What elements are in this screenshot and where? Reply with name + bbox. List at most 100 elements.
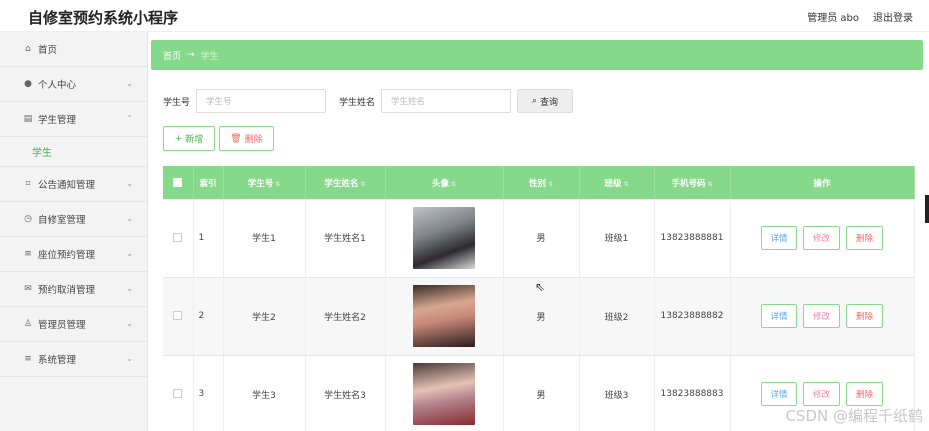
cell-gender: 男 (503, 199, 580, 277)
scrollbar-thumb[interactable] (925, 195, 929, 223)
chevron-down-icon: ⌄ (126, 319, 133, 328)
sort-icon: ⇅ (450, 180, 457, 188)
top-bar: 自修室预约系统小程序 管理员 abo 退出登录 (0, 0, 929, 32)
cell-student-no: 学生2 (223, 277, 306, 355)
sort-icon: ⇅ (360, 180, 366, 188)
delete-button-label: 删除 (244, 135, 263, 145)
sidebar-item-notices[interactable]: ⌗ 公告通知管理 ⌄ (0, 167, 147, 202)
cell-student-name: 学生姓名3 (305, 355, 386, 431)
sort-icon: ⇅ (275, 180, 281, 188)
avatar[interactable] (413, 363, 475, 425)
app-title: 自修室预约系统小程序 (28, 9, 179, 27)
header-class[interactable]: 班级 ⇅ (579, 166, 655, 199)
edit-button[interactable]: 修改 (803, 304, 840, 328)
chevron-down-icon: ⌄ (126, 284, 133, 293)
sidebar-item-rooms[interactable]: ◷ 自修室管理 ⌄ (0, 202, 147, 237)
sidebar-item-label: 系统管理 (38, 355, 77, 366)
avatar[interactable] (413, 206, 475, 269)
mail-icon: ✉ (24, 284, 32, 294)
sidebar-item-label: 首页 (38, 45, 58, 56)
header-gender[interactable]: 性别 ⇅ (503, 166, 580, 199)
sidebar: ⌂ 首页 ● 个人中心 ⌄ ▤ 学生管理 ⌃ 学生 ⌗ 公告通知管理 ⌄ ◷ 自… (0, 32, 148, 431)
table-row: 1 学生1 学生姓名1 男 班级1 13823888881 详情 修改 删除 (163, 199, 915, 277)
sort-icon: ⇅ (547, 180, 554, 188)
cell-index: 2 (193, 277, 224, 355)
batch-delete-button[interactable]: 🗑 删除 (219, 126, 274, 151)
sidebar-item-cancel-booking[interactable]: ✉ 预约取消管理 ⌄ (0, 272, 147, 307)
cell-student-name: 学生姓名1 (305, 199, 386, 277)
avatar[interactable] (413, 285, 475, 347)
student-no-input[interactable]: 学生号 (196, 89, 327, 113)
cell-operations: 详情 修改 删除 (730, 277, 915, 355)
breadcrumb-separator: → (187, 50, 195, 60)
breadcrumb-home[interactable]: 首页 (163, 49, 181, 62)
table-header-row: 索引 学生号 ⇅ 学生姓名 ⇅ 头像 ⇅ 性别 ⇅ 班级 ⇅ 手机号码 ⇅ 操作 (163, 166, 915, 199)
home-icon: ⌂ (25, 44, 31, 54)
search-button[interactable]: ⌕ 查询 (517, 89, 574, 113)
sidebar-item-label: 公告通知管理 (38, 180, 96, 191)
chevron-down-icon: ⌄ (126, 354, 133, 363)
sidebar-item-seat-booking[interactable]: ≡ 座位预约管理 ⌄ (0, 237, 147, 272)
header-operations: 操作 (730, 166, 915, 199)
detail-button[interactable]: 详情 (761, 382, 797, 406)
delete-button[interactable]: 删除 (846, 304, 883, 328)
add-button[interactable]: + 新增 (163, 126, 215, 151)
sidebar-item-label: 个人中心 (38, 80, 77, 91)
admin-label[interactable]: 管理员 abo (807, 9, 859, 24)
sidebar-item-label: 预约取消管理 (38, 285, 96, 296)
cell-avatar (385, 355, 504, 431)
header-avatar[interactable]: 头像 ⇅ (385, 166, 504, 199)
chevron-down-icon: ⌄ (126, 79, 133, 88)
row-checkbox[interactable] (163, 355, 194, 431)
sidebar-item-admins[interactable]: ♙ 管理员管理 ⌄ (0, 307, 147, 342)
cell-class: 班级2 (579, 277, 655, 355)
student-name-input[interactable]: 学生姓名 (381, 89, 512, 113)
sidebar-item-students[interactable]: ▤ 学生管理 ⌃ (0, 102, 147, 137)
delete-button[interactable]: 删除 (846, 225, 883, 250)
chevron-down-icon: ⌄ (126, 214, 133, 223)
cell-phone: 13823888882 (654, 277, 731, 355)
sidebar-subitem-student[interactable]: 学生 (0, 137, 147, 167)
mouse-cursor-icon: ⇖ (535, 280, 546, 294)
delete-button[interactable]: 删除 (846, 382, 883, 406)
chevron-down-icon: ⌄ (126, 249, 133, 258)
sidebar-item-profile[interactable]: ● 个人中心 ⌄ (0, 67, 147, 102)
edit-button[interactable]: 修改 (803, 225, 840, 250)
cell-avatar (385, 199, 504, 277)
sort-icon: ⇅ (707, 180, 713, 188)
row-checkbox[interactable] (163, 199, 194, 277)
cell-index: 1 (193, 199, 224, 277)
cell-phone: 13823888881 (654, 199, 731, 277)
detail-button[interactable]: 详情 (761, 225, 797, 250)
student-name-label: 学生姓名 (339, 97, 376, 108)
menu-icon: ≡ (24, 354, 32, 364)
clock-icon: ◷ (24, 214, 32, 224)
sidebar-item-system[interactable]: ≡ 系统管理 ⌄ (0, 342, 147, 377)
search-icon: ⌕ (532, 96, 538, 106)
sidebar-item-label: 座位预约管理 (38, 250, 96, 261)
cell-operations: 详情 修改 删除 (730, 199, 915, 277)
cell-gender: 男 (503, 355, 580, 431)
breadcrumb: 首页 → 学生 (151, 40, 923, 70)
detail-button[interactable]: 详情 (761, 304, 797, 328)
breadcrumb-current: 学生 (200, 51, 219, 62)
cell-class: 班级3 (579, 355, 655, 431)
cell-student-name: 学生姓名2 (305, 277, 386, 355)
sidebar-item-label: 自修室管理 (38, 215, 86, 226)
header-student-no[interactable]: 学生号 ⇅ (223, 166, 306, 199)
sidebar-item-home[interactable]: ⌂ 首页 (0, 32, 147, 67)
user-icon: ● (24, 79, 32, 89)
edit-button[interactable]: 修改 (803, 382, 840, 406)
logout-link[interactable]: 退出登录 (873, 9, 913, 24)
cell-avatar (385, 277, 504, 355)
row-checkbox[interactable] (163, 277, 194, 355)
header-student-name[interactable]: 学生姓名 ⇅ (305, 166, 386, 199)
action-bar: + 新增 🗑 删除 (163, 126, 274, 151)
sidebar-item-label: 管理员管理 (38, 320, 86, 331)
student-table: 索引 学生号 ⇅ 学生姓名 ⇅ 头像 ⇅ 性别 ⇅ 班级 ⇅ 手机号码 ⇅ 操作 1 学生1… (163, 166, 915, 431)
select-all-checkbox[interactable] (163, 166, 194, 199)
header-phone[interactable]: 手机号码 ⇅ (654, 166, 731, 199)
chevron-up-icon: ⌃ (126, 114, 133, 123)
cell-student-no: 学生1 (223, 199, 306, 277)
top-right-menu: 管理员 abo 退出登录 (807, 9, 913, 24)
